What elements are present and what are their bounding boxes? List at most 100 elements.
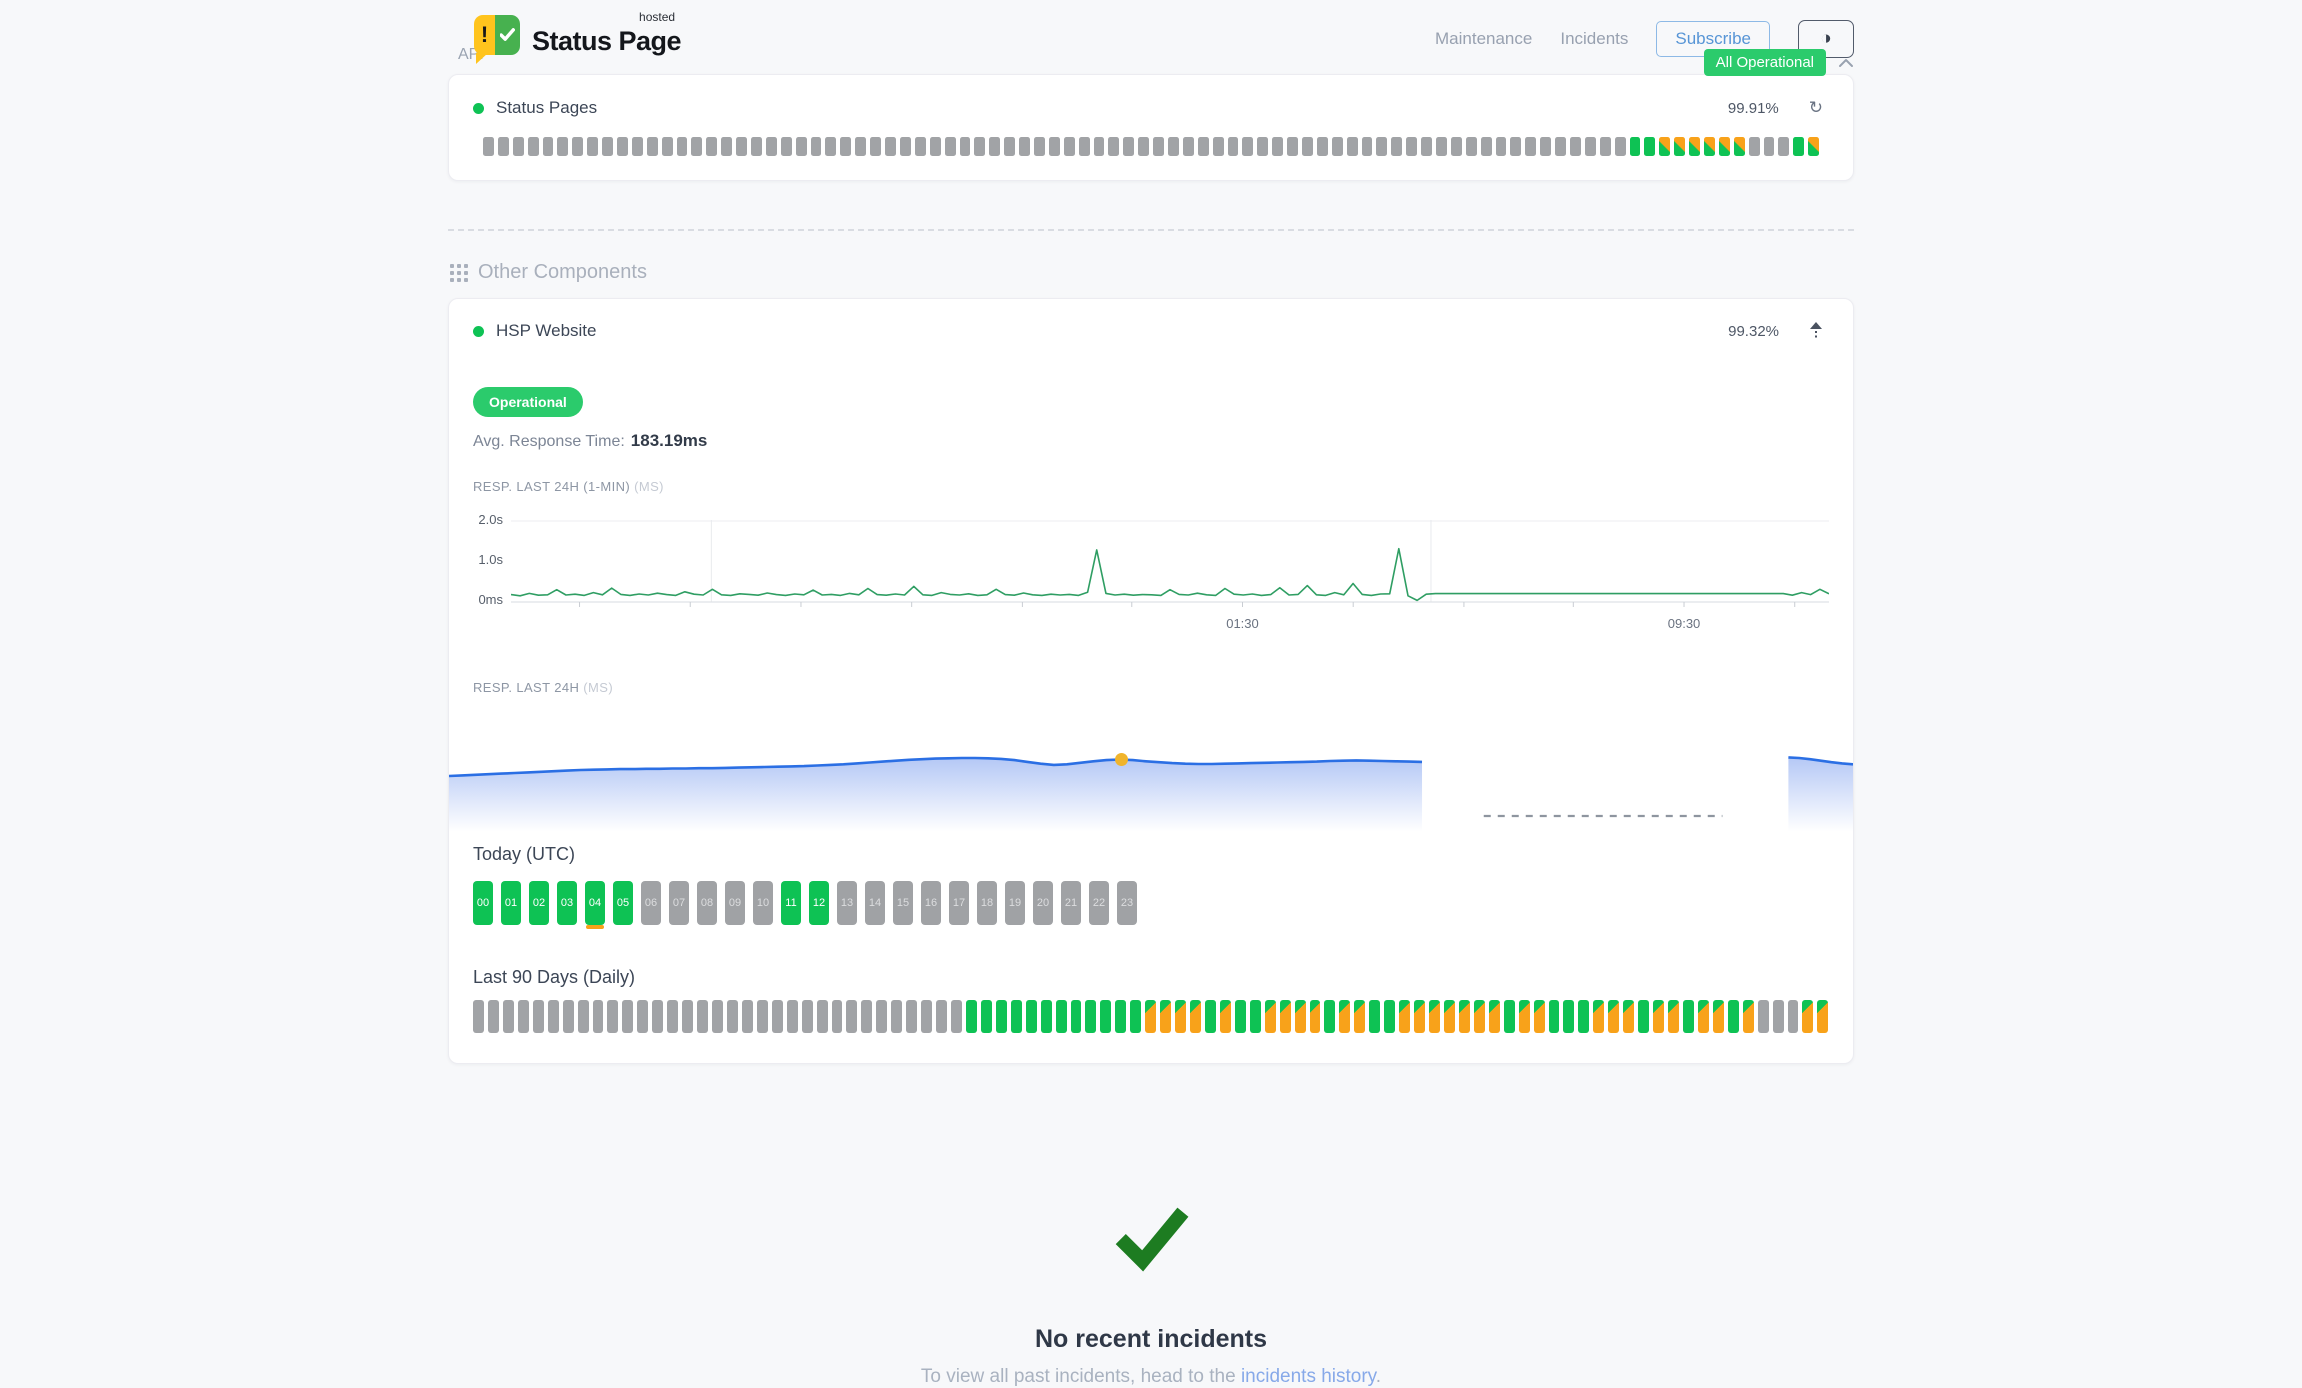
uptime-bar-nodata[interactable] xyxy=(1213,137,1224,156)
uptime-bar-nodata[interactable] xyxy=(607,1000,618,1033)
uptime-bar-nodata[interactable] xyxy=(840,137,851,156)
hour-cell-05[interactable]: 05 xyxy=(613,881,633,925)
uptime-bar-nodata[interactable] xyxy=(1332,137,1343,156)
uptime-bar-nodata[interactable] xyxy=(1788,1000,1799,1033)
uptime-bar-nodata[interactable] xyxy=(587,137,598,156)
uptime-bar-nodata[interactable] xyxy=(593,1000,604,1033)
uptime-bar-nodata[interactable] xyxy=(637,1000,648,1033)
logo[interactable]: ! hosted Status Page xyxy=(474,12,681,57)
uptime-bar-operational[interactable] xyxy=(1324,1000,1335,1033)
uptime-bar-degraded[interactable] xyxy=(1339,1000,1350,1033)
uptime-bar-nodata[interactable] xyxy=(757,1000,768,1033)
uptime-bar-nodata[interactable] xyxy=(751,137,762,156)
uptime-bar-operational[interactable] xyxy=(1504,1000,1515,1033)
uptime-bar-nodata[interactable] xyxy=(1758,1000,1769,1033)
uptime-bar-degraded[interactable] xyxy=(1295,1000,1306,1033)
uptime-bar-nodata[interactable] xyxy=(632,137,643,156)
uptime-bar-nodata[interactable] xyxy=(513,137,524,156)
uptime-bar-nodata[interactable] xyxy=(817,1000,828,1033)
uptime-bar-nodata[interactable] xyxy=(473,1000,484,1033)
uptime-bar-nodata[interactable] xyxy=(1778,137,1789,156)
uptime-bar-operational[interactable] xyxy=(1578,1000,1589,1033)
today-utc-strip[interactable]: 0001020304050607080910111213141516171819… xyxy=(473,881,1829,925)
uptime-bar-operational[interactable] xyxy=(1630,137,1641,156)
uptime-bar-nodata[interactable] xyxy=(1004,137,1015,156)
uptime-bar-degraded[interactable] xyxy=(1280,1000,1291,1033)
uptime-bar-nodata[interactable] xyxy=(563,1000,574,1033)
uptime-bar-nodata[interactable] xyxy=(891,1000,902,1033)
uptime-bar-nodata[interactable] xyxy=(667,1000,678,1033)
uptime-bar-operational[interactable] xyxy=(1085,1000,1096,1033)
hour-cell-00[interactable]: 00 xyxy=(473,881,493,925)
uptime-bar-nodata[interactable] xyxy=(772,1000,783,1033)
component-row[interactable]: HSP Website 99.32% xyxy=(473,321,1829,341)
uptime-bar-nodata[interactable] xyxy=(483,137,494,156)
last-90-days-strip[interactable] xyxy=(473,1000,1829,1033)
uptime-bar-nodata[interactable] xyxy=(1773,1000,1784,1033)
uptime-bar-nodata[interactable] xyxy=(1347,137,1358,156)
uptime-bar-degraded[interactable] xyxy=(1399,1000,1410,1033)
hour-cell-01[interactable]: 01 xyxy=(501,881,521,925)
uptime-bar-nodata[interactable] xyxy=(906,1000,917,1033)
hour-cell-08[interactable]: 08 xyxy=(697,881,717,925)
uptime-bar-operational[interactable] xyxy=(1056,1000,1067,1033)
uptime-bar-nodata[interactable] xyxy=(736,137,747,156)
uptime-bar-operational[interactable] xyxy=(1205,1000,1216,1033)
uptime-bar-nodata[interactable] xyxy=(578,1000,589,1033)
uptime-bar-nodata[interactable] xyxy=(1525,137,1536,156)
collapse-arrow-icon[interactable] xyxy=(1803,321,1829,341)
uptime-bar-degraded[interactable] xyxy=(1734,137,1745,156)
uptime-bar-nodata[interactable] xyxy=(1138,137,1149,156)
uptime-bar-nodata[interactable] xyxy=(533,1000,544,1033)
hour-cell-13[interactable]: 13 xyxy=(837,881,857,925)
hour-cell-03[interactable]: 03 xyxy=(557,881,577,925)
hour-cell-14[interactable]: 14 xyxy=(865,881,885,925)
uptime-bar-degraded[interactable] xyxy=(1190,1000,1201,1033)
hour-cell-09[interactable]: 09 xyxy=(725,881,745,925)
uptime-bar-nodata[interactable] xyxy=(1079,137,1090,156)
uptime-bar-nodata[interactable] xyxy=(488,1000,499,1033)
uptime-bar-nodata[interactable] xyxy=(1108,137,1119,156)
uptime-bar-nodata[interactable] xyxy=(498,137,509,156)
uptime-bar-operational[interactable] xyxy=(966,1000,977,1033)
uptime-bar-nodata[interactable] xyxy=(602,137,613,156)
uptime-bar-nodata[interactable] xyxy=(1540,137,1551,156)
hour-cell-20[interactable]: 20 xyxy=(1033,881,1053,925)
uptime-bar-nodata[interactable] xyxy=(921,1000,932,1033)
response-time-chart-avg[interactable] xyxy=(473,713,1829,838)
uptime-bar-nodata[interactable] xyxy=(1272,137,1283,156)
uptime-bar-nodata[interactable] xyxy=(930,137,941,156)
chevron-up-icon[interactable] xyxy=(1838,58,1854,68)
uptime-bar-nodata[interactable] xyxy=(682,1000,693,1033)
uptime-bar-degraded[interactable] xyxy=(1489,1000,1500,1033)
uptime-bar-nodata[interactable] xyxy=(1391,137,1402,156)
uptime-bar-nodata[interactable] xyxy=(1019,137,1030,156)
uptime-bar-degraded[interactable] xyxy=(1689,137,1700,156)
uptime-bar-operational[interactable] xyxy=(1793,137,1804,156)
uptime-bar-operational[interactable] xyxy=(981,1000,992,1033)
uptime-bar-degraded[interactable] xyxy=(1160,1000,1171,1033)
uptime-bar-nodata[interactable] xyxy=(1317,137,1328,156)
uptime-bar-nodata[interactable] xyxy=(796,137,807,156)
uptime-bar-degraded[interactable] xyxy=(1310,1000,1321,1033)
uptime-bar-degraded[interactable] xyxy=(1429,1000,1440,1033)
uptime-bar-nodata[interactable] xyxy=(622,1000,633,1033)
uptime-bar-nodata[interactable] xyxy=(1570,137,1581,156)
hour-cell-06[interactable]: 06 xyxy=(641,881,661,925)
uptime-bar-nodata[interactable] xyxy=(1406,137,1417,156)
response-time-chart-1min[interactable]: 2.0s1.0s0ms01:3009:30 xyxy=(473,520,1829,640)
uptime-bar-operational[interactable] xyxy=(1549,1000,1560,1033)
uptime-bar-nodata[interactable] xyxy=(742,1000,753,1033)
hour-cell-10[interactable]: 10 xyxy=(753,881,773,925)
hour-cell-19[interactable]: 19 xyxy=(1005,881,1025,925)
uptime-bar-nodata[interactable] xyxy=(706,137,717,156)
hour-cell-23[interactable]: 23 xyxy=(1117,881,1137,925)
uptime-bar-nodata[interactable] xyxy=(1451,137,1462,156)
uptime-bar-operational[interactable] xyxy=(1100,1000,1111,1033)
uptime-bar-nodata[interactable] xyxy=(1287,137,1298,156)
uptime-bar-nodata[interactable] xyxy=(766,137,777,156)
uptime-bar-operational[interactable] xyxy=(1250,1000,1261,1033)
uptime-bar-nodata[interactable] xyxy=(1510,137,1521,156)
uptime-bar-operational[interactable] xyxy=(996,1000,1007,1033)
uptime-bar-nodata[interactable] xyxy=(1466,137,1477,156)
